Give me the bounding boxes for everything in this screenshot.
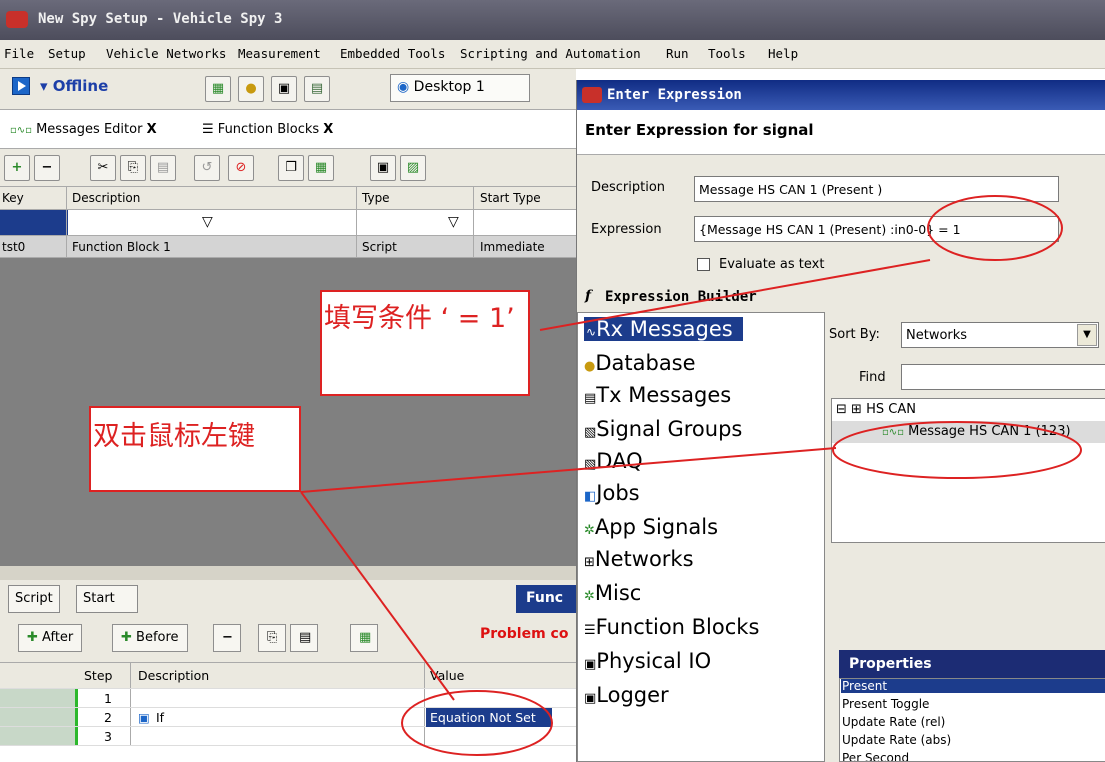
annotation-pointer-line xyxy=(300,491,455,701)
expression-highlight-circle xyxy=(927,195,1063,261)
annotation-pointer-line xyxy=(300,447,837,493)
annotation-overlay xyxy=(300,195,1082,756)
annotation-pointer-line xyxy=(539,259,931,331)
value-highlight-circle xyxy=(401,690,553,756)
message-highlight-circle xyxy=(832,421,1082,479)
